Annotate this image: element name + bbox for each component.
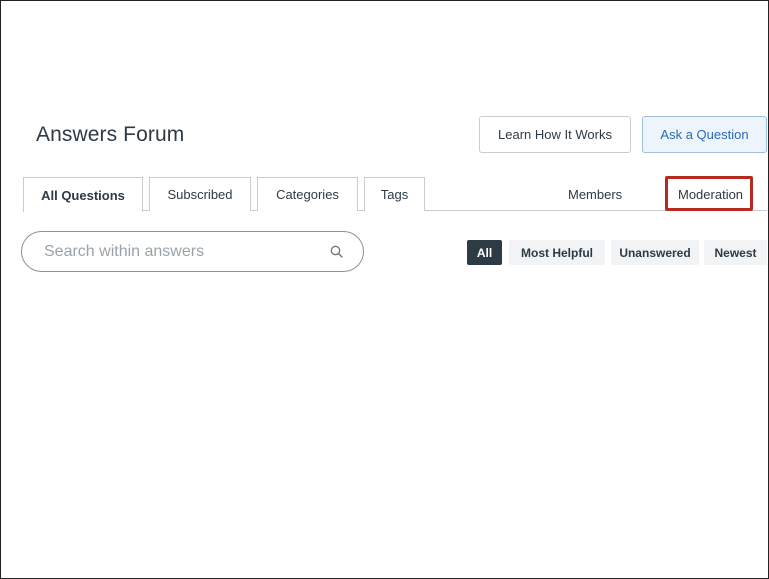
search-input[interactable] bbox=[42, 241, 329, 262]
filter-newest[interactable]: Newest bbox=[704, 240, 767, 265]
page-frame: Answers Forum Learn How It Works Ask a Q… bbox=[0, 0, 769, 579]
page-title: Answers Forum bbox=[36, 123, 185, 146]
filter-unanswered[interactable]: Unanswered bbox=[611, 240, 699, 265]
tab-tags[interactable]: Tags bbox=[364, 177, 425, 211]
tab-categories[interactable]: Categories bbox=[257, 177, 358, 211]
filter-most-helpful[interactable]: Most Helpful bbox=[509, 240, 605, 265]
ask-question-button[interactable]: Ask a Question bbox=[642, 116, 767, 153]
filter-all[interactable]: All bbox=[467, 240, 502, 265]
moderation-link[interactable]: Moderation bbox=[678, 187, 743, 202]
search-icon[interactable] bbox=[329, 245, 343, 259]
learn-how-it-works-button[interactable]: Learn How It Works bbox=[479, 116, 631, 153]
tab-subscribed[interactable]: Subscribed bbox=[149, 177, 251, 211]
tab-all-questions[interactable]: All Questions bbox=[23, 177, 143, 212]
members-link[interactable]: Members bbox=[568, 187, 622, 202]
search-box bbox=[21, 231, 364, 272]
